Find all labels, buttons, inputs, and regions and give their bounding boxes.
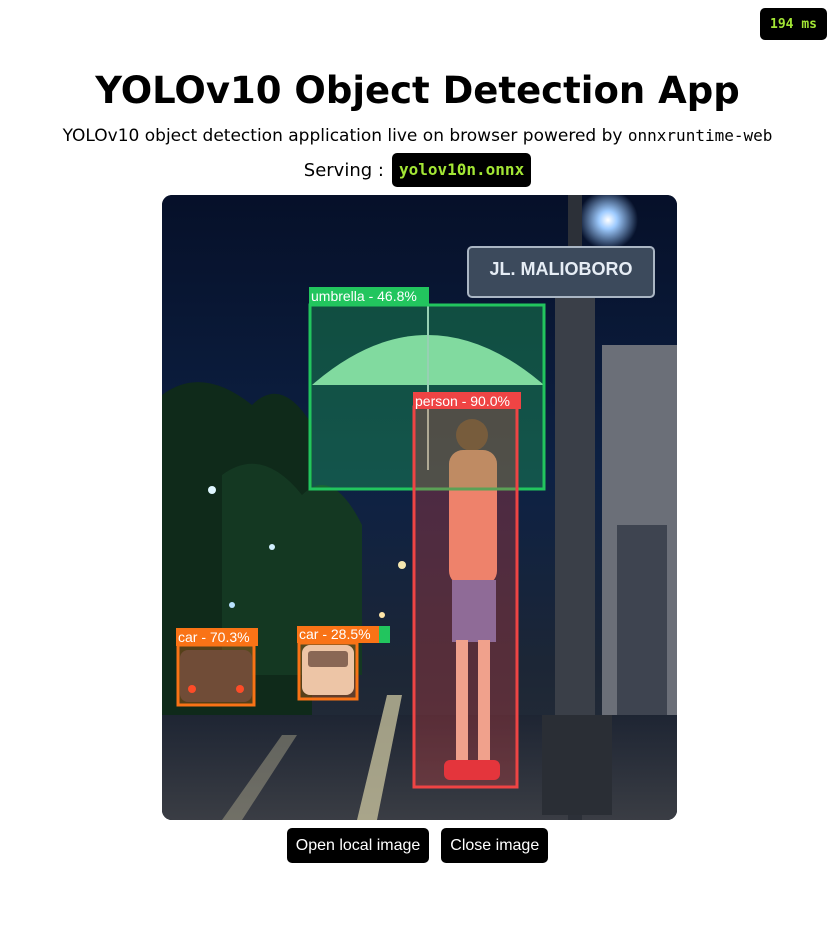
page-subtitle: YOLOv10 object detection application liv… (0, 124, 835, 148)
car-1-label: car - 70.3% (178, 629, 250, 645)
close-image-button[interactable]: Close image (441, 828, 549, 863)
car-2-label: car - 28.5% (299, 626, 371, 642)
city-light (269, 544, 275, 550)
model-name-badge: yolov10n.onnx (391, 153, 532, 187)
action-buttons: Open local image Close image (0, 828, 835, 863)
detection-car-1: car - 70.3% (176, 628, 258, 707)
city-light (208, 486, 216, 494)
umbrella-label: umbrella - 46.8% (311, 288, 417, 304)
detection-image: JL. MALIOBORO umbrella - 46.8% person - … (162, 195, 677, 820)
detection-canvas: JL. MALIOBORO umbrella - 46.8% person - … (162, 195, 677, 820)
street-sign-text: JL. MALIOBORO (490, 259, 633, 279)
person-box (412, 405, 519, 789)
pillar-base (542, 715, 612, 815)
car-2-box (297, 641, 359, 701)
serving-label: Serving : (303, 159, 384, 181)
inference-time-badge: 194 ms (760, 8, 827, 40)
runtime-name: onnxruntime-web (627, 126, 773, 145)
detection-person: person - 90.0% (412, 392, 521, 789)
city-light (379, 612, 385, 618)
page-title: YOLOv10 Object Detection App (95, 69, 740, 112)
subtitle-text: YOLOv10 object detection application liv… (62, 126, 623, 146)
city-light (229, 602, 235, 608)
car-1-box (176, 643, 256, 707)
serving-row: Serving : yolov10n.onnx (0, 152, 835, 188)
inference-time-text: 194 ms (770, 16, 817, 32)
person-label: person - 90.0% (415, 393, 510, 409)
city-light (398, 561, 406, 569)
open-local-image-button[interactable]: Open local image (286, 828, 430, 863)
